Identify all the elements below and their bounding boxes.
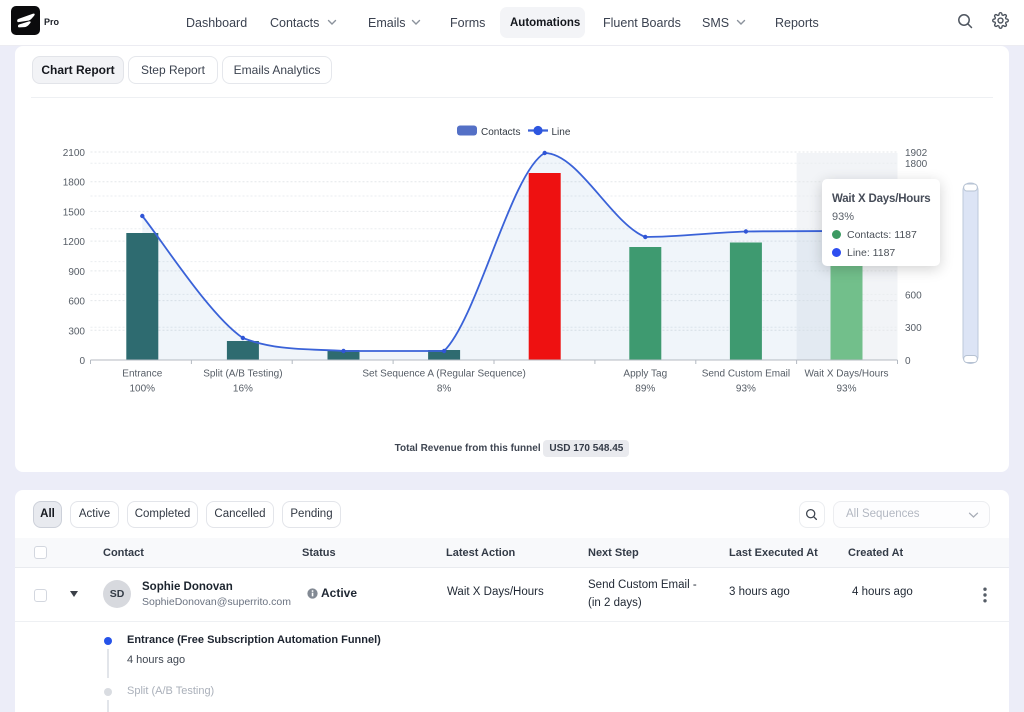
- svg-text:16%: 16%: [233, 384, 253, 395]
- svg-text:Apply Tag: Apply Tag: [623, 369, 667, 380]
- svg-text:89%: 89%: [635, 384, 655, 395]
- svg-text:0: 0: [905, 356, 911, 367]
- svg-text:1800: 1800: [905, 159, 928, 170]
- svg-text:300: 300: [905, 323, 922, 334]
- svg-text:93%: 93%: [736, 384, 756, 395]
- svg-text:1800: 1800: [63, 178, 86, 189]
- svg-text:Split (A/B Testing): Split (A/B Testing): [203, 369, 282, 380]
- svg-text:300: 300: [68, 326, 85, 337]
- svg-text:Line: Line: [552, 127, 571, 138]
- svg-text:1902: 1902: [905, 148, 928, 159]
- svg-text:900: 900: [68, 267, 85, 278]
- svg-text:600: 600: [905, 290, 922, 301]
- svg-text:600: 600: [68, 297, 85, 308]
- svg-text:93%: 93%: [836, 384, 856, 395]
- svg-text:0: 0: [79, 356, 85, 367]
- svg-text:2100: 2100: [63, 148, 86, 159]
- svg-text:1200: 1200: [63, 237, 86, 248]
- svg-text:Wait X Days/Hours: Wait X Days/Hours: [804, 369, 888, 380]
- svg-text:100%: 100%: [130, 384, 156, 395]
- svg-text:Send Custom Email: Send Custom Email: [702, 369, 790, 380]
- svg-text:8%: 8%: [437, 384, 452, 395]
- svg-text:Contacts: Contacts: [481, 127, 520, 138]
- svg-text:1500: 1500: [63, 207, 86, 218]
- svg-text:Set Sequence A (Regular Sequen: Set Sequence A (Regular Sequence): [362, 369, 525, 380]
- svg-text:Entrance: Entrance: [122, 369, 162, 380]
